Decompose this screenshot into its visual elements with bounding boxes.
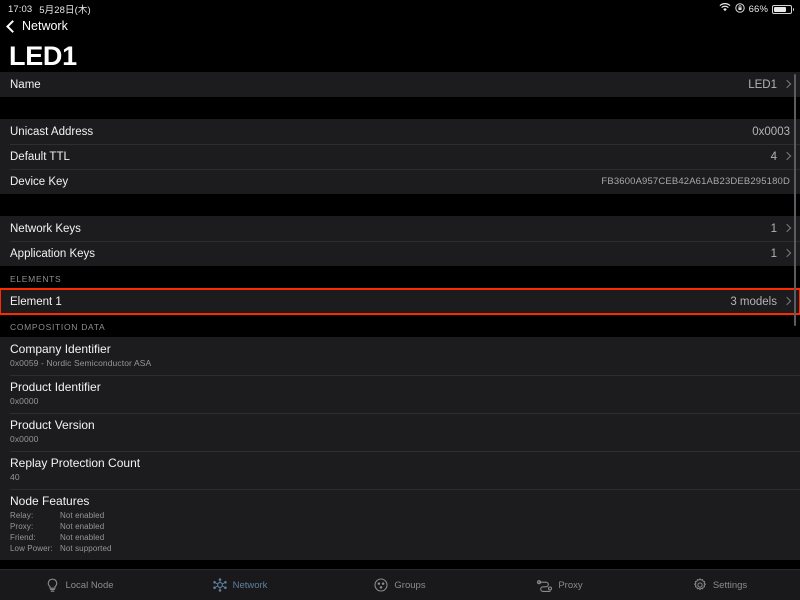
name-section: Name LED1: [0, 72, 800, 97]
vertical-scrollbar[interactable]: [793, 74, 796, 326]
lightbulb-icon: [46, 578, 59, 593]
tab-proxy[interactable]: Proxy: [480, 570, 640, 600]
tab-label: Settings: [712, 579, 748, 591]
row-label: Replay Protection Count: [10, 456, 141, 470]
back-button[interactable]: Network: [6, 19, 68, 33]
row-sub-value: 0x0000: [10, 434, 39, 444]
row-label: Element 1: [10, 295, 62, 308]
section-gap: [0, 194, 800, 216]
tab-label: Proxy: [558, 579, 583, 591]
chevron-right-icon: [782, 296, 792, 306]
status-bar-left: 17:03 5月28日(木): [8, 2, 91, 17]
chevron-left-icon: [6, 19, 19, 33]
battery-icon: [772, 4, 794, 14]
node-feature-key: Friend:: [10, 533, 36, 542]
row-label: Product Identifier: [10, 380, 101, 394]
composition-section-header: COMPOSITION DATA: [0, 322, 800, 337]
row-label: Network Keys: [10, 222, 81, 235]
address-section: Unicast Address 0x0003 Default TTL 4 Dev…: [0, 119, 800, 194]
row-sub-value: 40: [10, 472, 20, 482]
row-sub-value: 0x0059 - Nordic Semiconductor ASA: [10, 358, 152, 368]
status-date: 5月28日(木): [39, 5, 91, 16]
row-value: 3 models: [730, 295, 777, 308]
node-feature-value: Not supported: [60, 544, 112, 553]
chevron-right-icon: [782, 151, 792, 161]
row-value: LED1: [748, 78, 777, 91]
row-sub-value: 0x0000: [10, 396, 39, 406]
row-product-version[interactable]: Product Version 0x0000: [0, 413, 800, 451]
tab-settings[interactable]: Settings: [640, 570, 800, 600]
node-feature-key: Proxy:: [10, 522, 34, 531]
row-unicast-address[interactable]: Unicast Address 0x0003: [0, 119, 800, 144]
app-screen: 17:03 5月28日(木) 66% Network LED1 Name LED…: [0, 0, 800, 600]
node-detail-list: Name LED1 Unicast Address 0x0003 Default…: [0, 72, 800, 572]
row-label: Product Version: [10, 418, 95, 432]
node-feature-value: Not enabled: [60, 522, 105, 531]
page-title: LED1: [9, 41, 77, 71]
tab-label: Local Node: [65, 579, 114, 591]
status-bar-right: 66%: [719, 2, 794, 16]
chevron-right-icon: [782, 248, 792, 258]
row-name[interactable]: Name LED1: [0, 72, 800, 97]
row-label: Company Identifier: [10, 342, 111, 356]
elements-section-header-wrap: ELEMENTS: [0, 266, 800, 289]
row-value: FB3600A957CEB42A61AB23DEB295180D: [601, 176, 790, 187]
node-feature-value: Not enabled: [60, 533, 105, 542]
status-bar: 17:03 5月28日(木) 66%: [0, 0, 800, 18]
row-application-keys[interactable]: Application Keys 1: [0, 241, 800, 266]
composition-section-header-wrap: COMPOSITION DATA: [0, 314, 800, 337]
node-feature-key: Relay:: [10, 511, 34, 520]
row-product-identifier[interactable]: Product Identifier 0x0000: [0, 375, 800, 413]
chevron-right-icon: [782, 223, 792, 233]
row-label: Unicast Address: [10, 125, 94, 138]
row-device-key[interactable]: Device Key FB3600A957CEB42A61AB23DEB2951…: [0, 169, 800, 194]
tab-network[interactable]: Network: [160, 570, 320, 600]
row-replay-protection-count[interactable]: Replay Protection Count 40: [0, 451, 800, 489]
chevron-right-icon: [782, 79, 792, 89]
row-label: Application Keys: [10, 247, 96, 260]
section-gap: [0, 97, 800, 119]
keys-section: Network Keys 1 Application Keys 1: [0, 216, 800, 266]
proxy-link-icon: [537, 579, 553, 592]
node-feature-row: Friend: Not enabled: [10, 532, 112, 543]
row-value: 1: [770, 222, 777, 235]
node-feature-row: Low Power: Not supported: [10, 543, 112, 554]
network-node-icon: [212, 578, 227, 592]
tab-bar: Local Node Network Groups Proxy Settings: [0, 569, 800, 600]
wifi-icon: [719, 3, 731, 15]
gear-icon: [693, 578, 707, 592]
row-element-1[interactable]: Element 1 3 models: [0, 288, 800, 315]
row-network-keys[interactable]: Network Keys 1: [0, 216, 800, 241]
tab-label: Groups: [394, 579, 426, 591]
row-label: Default TTL: [10, 150, 70, 163]
tab-groups[interactable]: Groups: [320, 570, 480, 600]
row-value: 1: [770, 247, 777, 260]
status-time: 17:03: [8, 3, 33, 15]
rotation-lock-icon: [734, 2, 745, 16]
tab-label: Network: [232, 579, 268, 591]
row-label: Name: [10, 78, 41, 91]
row-label: Node Features: [10, 494, 90, 508]
groups-circle-icon: [374, 578, 388, 592]
row-label: Device Key: [10, 175, 69, 188]
row-company-identifier[interactable]: Company Identifier 0x0059 - Nordic Semic…: [0, 337, 800, 375]
back-button-label: Network: [22, 19, 68, 33]
row-value: 0x0003: [752, 125, 790, 138]
node-features-table: Relay: Not enabled Proxy: Not enabled Fr…: [10, 510, 112, 554]
node-feature-value: Not enabled: [60, 511, 105, 520]
node-feature-row: Proxy: Not enabled: [10, 521, 112, 532]
elements-section-header: ELEMENTS: [0, 274, 800, 289]
row-value: 4: [770, 150, 777, 163]
battery-percent: 66%: [748, 3, 768, 15]
elements-section: Element 1 3 models: [0, 288, 800, 315]
row-default-ttl[interactable]: Default TTL 4: [0, 144, 800, 169]
tab-local-node[interactable]: Local Node: [0, 570, 160, 600]
node-feature-row: Relay: Not enabled: [10, 510, 112, 521]
row-node-features[interactable]: Node Features Relay: Not enabled Proxy: …: [0, 489, 800, 560]
composition-section: Company Identifier 0x0059 - Nordic Semic…: [0, 337, 800, 560]
node-feature-key: Low Power:: [10, 544, 53, 553]
